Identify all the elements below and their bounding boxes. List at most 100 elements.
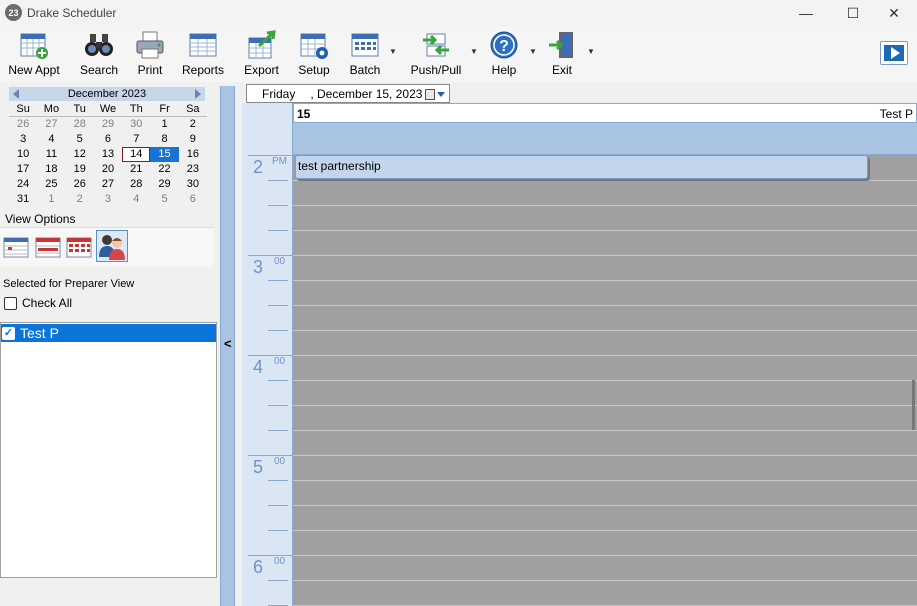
appointment[interactable]: test partnership xyxy=(295,155,868,179)
calendar-day[interactable]: 6 xyxy=(94,132,122,147)
hour-label: 4 xyxy=(253,357,264,377)
calendar-day[interactable]: 27 xyxy=(37,117,65,132)
calendar-day[interactable]: 29 xyxy=(150,177,178,192)
calendar-day[interactable]: 18 xyxy=(37,162,65,177)
calendar-day[interactable]: 2 xyxy=(179,117,207,132)
search-label: Search xyxy=(79,63,119,77)
calendar-day[interactable]: 8 xyxy=(150,132,178,147)
calendar-day[interactable]: 11 xyxy=(37,147,65,162)
calendar-day[interactable]: 24 xyxy=(9,177,37,192)
calendar-day[interactable]: 14 xyxy=(122,147,151,162)
reports-button[interactable]: Reports xyxy=(182,30,224,80)
month-view-icon[interactable] xyxy=(66,234,92,260)
help-button[interactable]: ? Help xyxy=(488,30,520,80)
slot-tick xyxy=(268,530,288,531)
toolbar: New Appt Search Print Reports Export Set… xyxy=(0,26,917,82)
hour-suffix-label: PM xyxy=(272,156,287,167)
calendar-day[interactable]: 5 xyxy=(150,192,178,207)
slot-tick xyxy=(268,230,288,231)
calendar-day[interactable]: 4 xyxy=(122,192,150,207)
all-day-area[interactable] xyxy=(293,123,917,155)
export-button[interactable]: Export xyxy=(243,30,280,80)
time-slot xyxy=(293,305,917,306)
exit-button[interactable]: Exit xyxy=(546,30,578,80)
time-slot-grid[interactable] xyxy=(293,155,917,606)
calendar-day[interactable]: 17 xyxy=(9,162,37,177)
exit-dropdown-icon[interactable]: ▼ xyxy=(587,47,595,56)
calendar-day[interactable]: 3 xyxy=(9,132,37,147)
calendar-day[interactable]: 27 xyxy=(94,177,122,192)
close-button[interactable]: ✕ xyxy=(871,0,917,26)
prev-month-icon[interactable] xyxy=(13,89,19,99)
calendar-day[interactable]: 28 xyxy=(122,177,150,192)
calendar-day[interactable]: 2 xyxy=(66,192,94,207)
checkmark-icon[interactable]: ✓ xyxy=(2,326,15,340)
scrollbar[interactable] xyxy=(912,380,915,430)
calendar-day[interactable]: 31 xyxy=(9,192,37,207)
calendar-day[interactable]: 26 xyxy=(9,117,37,132)
time-slot xyxy=(293,230,917,231)
calendar-dow: Sa xyxy=(178,102,207,117)
calendar-dow: Su xyxy=(9,102,38,117)
help-dropdown-icon[interactable]: ▼ xyxy=(529,47,537,56)
calendar-day[interactable]: 7 xyxy=(122,132,150,147)
calendar-dow: Mo xyxy=(37,102,66,117)
calendar-day[interactable]: 30 xyxy=(122,117,150,132)
collapse-arrow-icon[interactable]: < xyxy=(224,336,232,351)
calendar-day[interactable]: 26 xyxy=(66,177,94,192)
next-month-icon[interactable] xyxy=(195,89,201,99)
week-view-icon[interactable] xyxy=(35,234,61,260)
hour-divider xyxy=(248,355,293,356)
calendar-day[interactable]: 15 xyxy=(150,147,179,162)
check-all-box[interactable] xyxy=(4,296,17,310)
calendar-day[interactable]: 22 xyxy=(150,162,178,177)
calendar-day[interactable]: 1 xyxy=(150,117,178,132)
panel-splitter[interactable]: < xyxy=(220,86,235,606)
calendar-day[interactable]: 25 xyxy=(37,177,65,192)
help-label: Help xyxy=(491,63,517,77)
hour-label: 5 xyxy=(253,457,264,477)
hour-label: 6 xyxy=(253,557,264,577)
push-pull-button[interactable]: Push/Pull xyxy=(408,30,464,80)
calendar-day[interactable]: 23 xyxy=(179,162,207,177)
push-pull-dropdown-icon[interactable]: ▼ xyxy=(470,47,478,56)
day-view-icon[interactable] xyxy=(3,234,29,260)
calendar-day[interactable]: 30 xyxy=(179,177,207,192)
search-button[interactable]: Search xyxy=(80,30,118,80)
setup-button[interactable]: Setup xyxy=(297,30,331,80)
calendar-dow: Th xyxy=(122,102,151,117)
calendar-day[interactable]: 9 xyxy=(179,132,207,147)
print-button[interactable]: Print xyxy=(134,30,166,80)
calendar-day[interactable]: 4 xyxy=(37,132,65,147)
hour-divider xyxy=(248,455,293,456)
date-picker-dropdown[interactable] xyxy=(425,87,445,101)
batch-button[interactable]: Batch xyxy=(348,30,382,80)
calendar-day[interactable]: 1 xyxy=(37,192,65,207)
slot-tick xyxy=(268,480,288,481)
check-all-checkbox[interactable]: Check All xyxy=(4,296,72,310)
calendar-day[interactable]: 3 xyxy=(94,192,122,207)
preparer-view-icon[interactable] xyxy=(96,230,128,262)
calendar-dow: Tu xyxy=(65,102,94,117)
minimize-button[interactable]: — xyxy=(783,0,829,26)
calendar-day[interactable]: 29 xyxy=(94,117,122,132)
calendar-day[interactable]: 6 xyxy=(179,192,207,207)
time-slot xyxy=(293,205,917,206)
calendar-day[interactable]: 21 xyxy=(122,162,150,177)
calendar-day[interactable]: 5 xyxy=(66,132,94,147)
preparer-item[interactable]: ✓ Test P xyxy=(1,324,216,342)
calendar-day[interactable]: 28 xyxy=(66,117,94,132)
batch-dropdown-icon[interactable]: ▼ xyxy=(389,47,397,56)
date-picker[interactable]: Friday , December 15, 2023 xyxy=(246,84,450,103)
calendar-day[interactable]: 19 xyxy=(66,162,94,177)
play-button[interactable] xyxy=(880,41,908,65)
calendar-day[interactable]: 12 xyxy=(66,147,94,162)
new-appt-label: New Appt xyxy=(8,63,60,77)
maximize-button[interactable]: ☐ xyxy=(830,0,876,26)
calendar-day[interactable]: 13 xyxy=(94,147,122,162)
new-appt-button[interactable]: New Appt xyxy=(6,30,62,80)
left-panel: December 2023 Su Mo Tu We Th Fr Sa 26 27 28 29 30 1 2… xyxy=(0,82,218,606)
calendar-day[interactable]: 10 xyxy=(9,147,37,162)
calendar-day[interactable]: 20 xyxy=(94,162,122,177)
calendar-day[interactable]: 16 xyxy=(179,147,207,162)
